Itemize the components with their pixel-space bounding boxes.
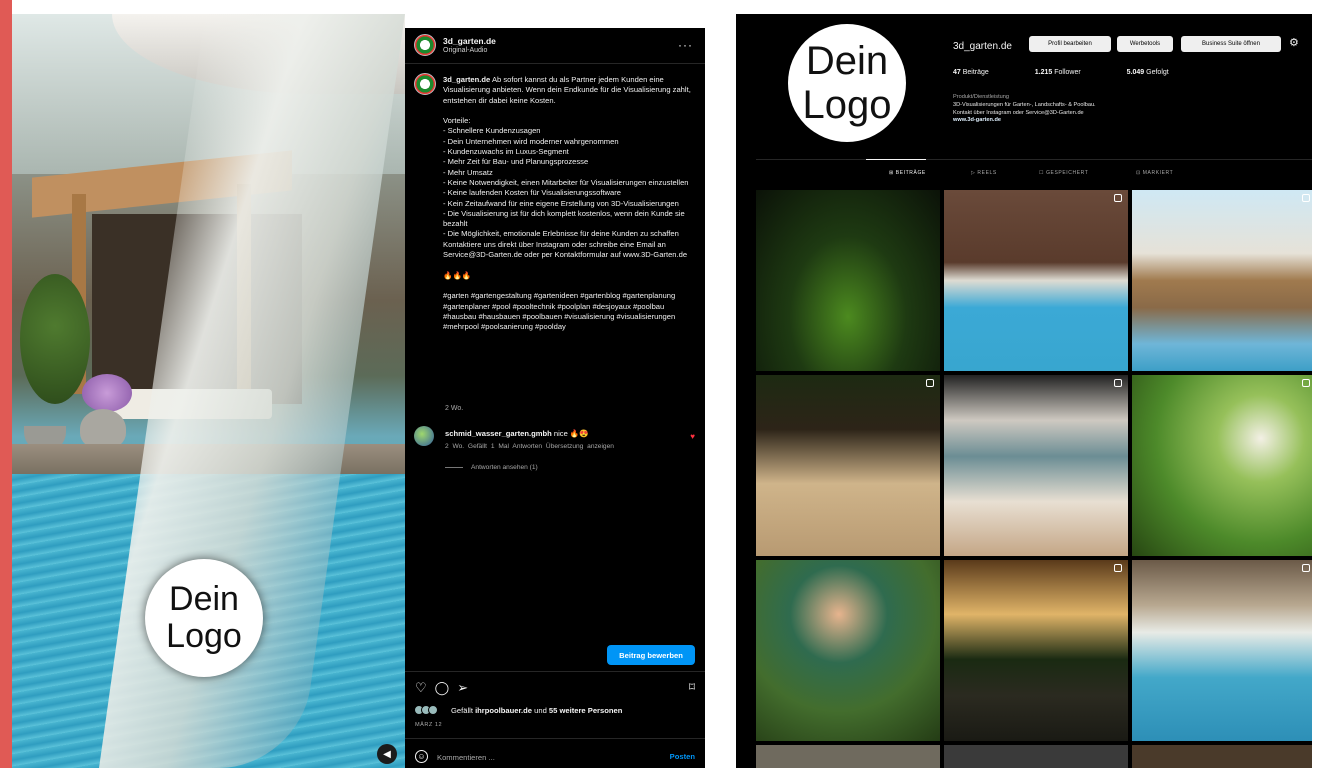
post-date: MÄRZ 12: [415, 722, 443, 728]
caption-avatar[interactable]: [414, 73, 436, 95]
emoji-icon[interactable]: ☺: [415, 750, 428, 763]
caption-text: Ab sofort kannst du als Partner jedem Ku…: [443, 75, 691, 332]
likes-user[interactable]: ihrpoolbauer.de: [475, 706, 532, 715]
liker-avatars: [414, 705, 440, 715]
post-header: 3d_garten.de Original-Audio ···: [405, 28, 705, 64]
reel-icon: [1302, 379, 1310, 387]
post-actions: ♡ ◯ ➢: [415, 680, 476, 696]
grid-post-tile[interactable]: [944, 190, 1128, 371]
tab-saved[interactable]: ☐ GESPEICHERT: [1039, 170, 1088, 176]
likes-middle: und: [532, 706, 549, 715]
post-side-panel: 3d_garten.de Original-Audio ··· 3d_garte…: [405, 28, 705, 768]
grid-post-tile[interactable]: [1132, 375, 1312, 556]
comment-input[interactable]: [437, 750, 637, 764]
active-tab-indicator: [866, 159, 926, 160]
reel-icon: [1302, 564, 1310, 572]
grid-post-tile[interactable]: [1132, 560, 1312, 741]
logo-line: Logo: [166, 617, 242, 655]
author-username[interactable]: 3d_garten.de: [443, 36, 496, 46]
post-caption: 3d_garten.de Ab sofort kannst du als Par…: [443, 75, 693, 332]
heart-icon[interactable]: ♡: [415, 680, 427, 695]
commenter-avatar[interactable]: [414, 426, 434, 446]
grid-post-tile[interactable]: [756, 190, 940, 371]
posts-count[interactable]: 47 Beiträge: [953, 69, 1011, 76]
profile-stats: 47 Beiträge 1.215 Follower 5.049 Gefolgt: [953, 69, 1213, 76]
scene-flowers: [82, 374, 132, 412]
edit-profile-button[interactable]: Profil bearbeiten: [1029, 36, 1111, 52]
tab-posts[interactable]: ⊞ BEITRÄGE: [889, 170, 926, 176]
tab-reels[interactable]: ▷ REELS: [971, 170, 997, 176]
divider: [405, 671, 705, 672]
scene-plant: [20, 274, 90, 404]
comment-meta[interactable]: 2 Wo. Gefällt 1 Mal Antworten Übersetzun…: [445, 443, 614, 450]
multi-post-icon: [1114, 194, 1122, 202]
audio-label[interactable]: Original-Audio: [443, 47, 487, 54]
scene-pot: [80, 409, 126, 449]
comment-body: schmid_wasser_garten.gmbh nice 🔥😍: [445, 429, 589, 438]
grid-post-tile[interactable]: [944, 745, 1128, 768]
grid-post-tile[interactable]: [944, 560, 1128, 741]
more-icon[interactable]: ···: [678, 38, 693, 52]
divider: [405, 738, 705, 739]
profile-bio: Produkt/Dienstleistung 3D-Visualisierung…: [953, 94, 1096, 125]
following-count[interactable]: 5.049 Gefolgt: [1127, 69, 1191, 76]
share-icon[interactable]: ➢: [457, 680, 468, 695]
heart-icon[interactable]: ♥: [690, 432, 695, 441]
reel-icon: [1114, 564, 1122, 572]
caption-age: 2 Wo.: [445, 405, 464, 412]
reel-icon: [926, 379, 934, 387]
profile-panel: Dein Logo 3d_garten.de Profil bearbeiten…: [736, 14, 1312, 768]
accent-strip: [0, 0, 12, 768]
grid-post-tile[interactable]: [1132, 745, 1312, 768]
author-avatar[interactable]: [414, 34, 436, 56]
multi-post-icon: [1302, 194, 1310, 202]
likes-others[interactable]: 55 weitere Personen: [549, 706, 622, 715]
comment-text: nice 🔥😍: [551, 429, 589, 438]
logo-line: Dein: [169, 579, 239, 618]
bio-line: 3D-Visualisierungen für Garten-, Landsch…: [953, 101, 1096, 108]
profile-logo-placeholder[interactable]: Dein Logo: [788, 24, 906, 142]
posts-grid: [756, 190, 1312, 768]
grid-post-tile[interactable]: [944, 375, 1128, 556]
volume-icon[interactable]: ◀: [377, 744, 397, 764]
profile-username: 3d_garten.de: [953, 41, 1012, 52]
post-media-image[interactable]: Dein Logo: [12, 14, 405, 768]
comment-icon[interactable]: ◯: [435, 680, 450, 695]
logo-line: Logo: [802, 83, 892, 127]
profile-website-link[interactable]: www.3d-garten.de: [953, 117, 1096, 125]
followers-count[interactable]: 1.215 Follower: [1035, 69, 1103, 76]
logo-line: Dein: [805, 39, 889, 83]
grid-post-tile[interactable]: [756, 375, 940, 556]
caption-username[interactable]: 3d_garten.de: [443, 75, 490, 84]
tab-tagged[interactable]: ⊡ MARKIERT: [1136, 170, 1173, 176]
grid-post-tile[interactable]: [756, 560, 940, 741]
screenshot-root: Dein Logo ◀ 3d_garten.de Original-Audio …: [0, 0, 1327, 768]
likes-prefix: Gefällt: [451, 706, 476, 715]
reel-icon: [1114, 379, 1122, 387]
business-suite-button[interactable]: Business Suite öffnen: [1181, 36, 1281, 52]
divider: [756, 159, 1312, 160]
likes-summary[interactable]: Gefällt ihrpoolbauer.de und 55 weitere P…: [451, 706, 622, 715]
ad-tools-button[interactable]: Werbetools: [1117, 36, 1173, 52]
bookmark-icon[interactable]: ⌑: [689, 680, 695, 694]
commenter-username[interactable]: schmid_wasser_garten.gmbh: [445, 429, 552, 438]
view-replies-link[interactable]: Antworten ansehen (1): [445, 464, 538, 471]
profile-category: Produkt/Dienstleistung: [953, 94, 1009, 100]
post-comment-button[interactable]: Posten: [670, 752, 695, 761]
gear-icon[interactable]: ⚙: [1289, 36, 1299, 49]
promote-post-button[interactable]: Beitrag bewerben: [607, 645, 695, 665]
grid-post-tile[interactable]: [756, 745, 940, 768]
logo-placeholder-badge: Dein Logo: [145, 559, 263, 677]
bio-line: Kontakt über Instagram oder Service@3D-G…: [953, 109, 1084, 116]
grid-post-tile[interactable]: [1132, 190, 1312, 371]
